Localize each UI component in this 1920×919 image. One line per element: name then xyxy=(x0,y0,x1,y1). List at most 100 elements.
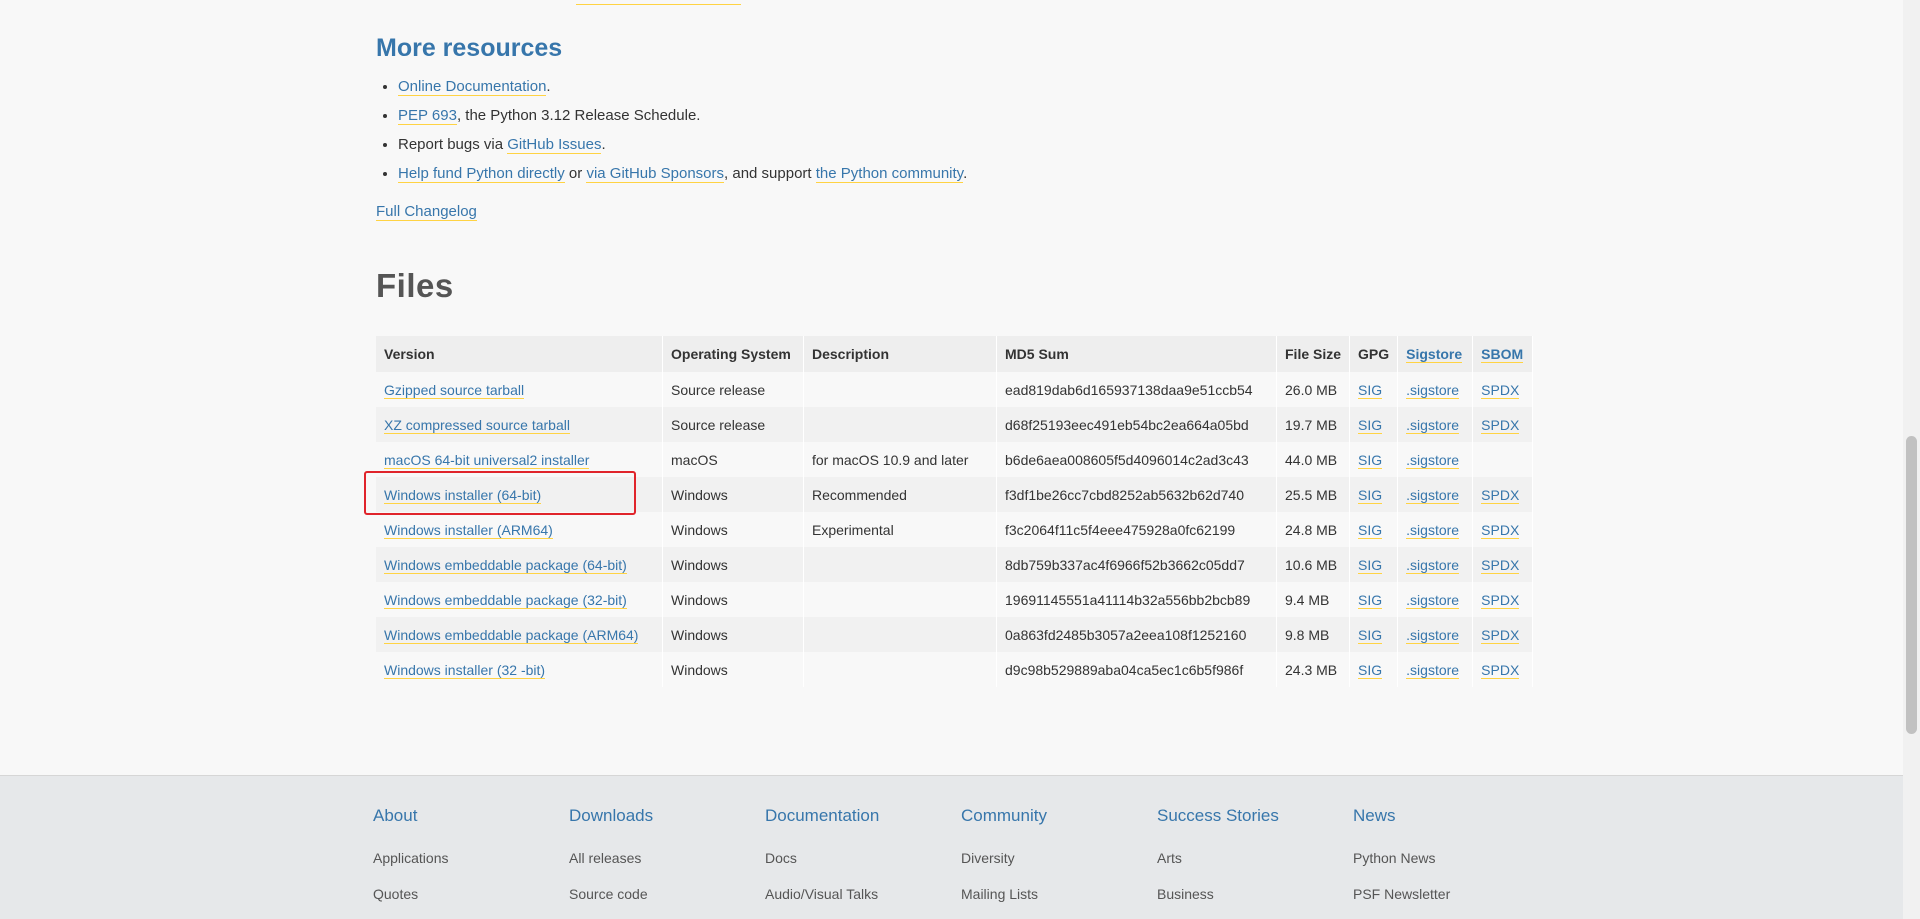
sbom-cell: SPDX xyxy=(1473,652,1534,687)
header-md5: MD5 Sum xyxy=(997,336,1277,372)
footer-link[interactable]: Applications xyxy=(373,840,563,876)
footer-link[interactable]: Business xyxy=(1157,876,1347,912)
sbom-spdx-link[interactable]: SPDX xyxy=(1481,556,1520,574)
sigstore-cell: .sigstore xyxy=(1398,372,1474,407)
file-link[interactable]: macOS 64-bit universal2 installer xyxy=(384,451,590,469)
sigstore-link[interactable]: .sigstore xyxy=(1406,626,1460,644)
file-link[interactable]: Windows embeddable package (32-bit) xyxy=(384,591,627,609)
sigstore-cell: .sigstore xyxy=(1398,547,1474,582)
gpg-sig-link[interactable]: SIG xyxy=(1358,591,1383,609)
md5-cell: ead819dab6d165937138daa9e51ccb54 xyxy=(997,372,1277,407)
size-cell: 24.8 MB xyxy=(1277,512,1351,547)
footer-column-title[interactable]: Documentation xyxy=(765,804,955,828)
sigstore-link[interactable]: .sigstore xyxy=(1406,591,1460,609)
table-row: Gzipped source tarball Source release ead8… xyxy=(376,372,1534,407)
gpg-sig-link[interactable]: SIG xyxy=(1358,451,1383,469)
footer-column-title[interactable]: About xyxy=(373,804,563,828)
resource-item-pep: PEP 693, the Python 3.12 Release Schedul… xyxy=(398,101,1526,130)
md5-cell: 19691145551a41114b32a556bb2bcb89 xyxy=(997,582,1277,617)
file-link[interactable]: Windows installer (ARM64) xyxy=(384,521,553,539)
table-row: Windows embeddable package (ARM64) Window… xyxy=(376,617,1534,652)
footer-column-title[interactable]: Downloads xyxy=(569,804,759,828)
scrollbar-thumb[interactable] xyxy=(1906,436,1917,734)
version-cell: Windows installer (32 -bit) xyxy=(376,652,663,687)
python-community-link[interactable]: the Python community xyxy=(815,165,964,183)
footer-link-list: Applications Quotes xyxy=(373,840,563,912)
footer-link[interactable]: PSF Newsletter xyxy=(1353,876,1543,912)
full-changelog-link[interactable]: Full Changelog xyxy=(376,203,477,221)
sigstore-link[interactable]: .sigstore xyxy=(1406,451,1460,469)
sbom-header-link[interactable]: SBOM xyxy=(1481,346,1524,363)
table-row: Windows embeddable package (32-bit) Windo… xyxy=(376,582,1534,617)
sigstore-link[interactable]: .sigstore xyxy=(1406,556,1460,574)
os-cell: macOS xyxy=(663,442,804,477)
sigstore-cell: .sigstore xyxy=(1398,407,1474,442)
footer-column-title[interactable]: Success Stories xyxy=(1157,804,1347,828)
file-link[interactable]: Windows embeddable package (ARM64) xyxy=(384,626,639,644)
page: More resources Online Documentation. PEP… xyxy=(0,0,1920,919)
gpg-cell: SIG xyxy=(1350,477,1399,512)
file-link[interactable]: XZ compressed source tarball xyxy=(384,416,570,434)
header-sbom: SBOM xyxy=(1473,336,1534,372)
version-cell: Windows installer (64-bit) xyxy=(376,477,663,512)
footer-link[interactable]: Quotes xyxy=(373,876,563,912)
pep-693-link[interactable]: PEP 693 xyxy=(398,107,457,125)
footer-link-list: Arts Business xyxy=(1157,840,1347,912)
gpg-sig-link[interactable]: SIG xyxy=(1358,381,1383,399)
file-link[interactable]: Windows embeddable package (64-bit) xyxy=(384,556,627,574)
footer-link[interactable]: Diversity xyxy=(961,840,1151,876)
md5-cell: d9c98b529889aba04ca5ec1c6b5f986f xyxy=(997,652,1277,687)
online-documentation-link[interactable]: Online Documentation xyxy=(398,78,547,96)
gpg-sig-link[interactable]: SIG xyxy=(1358,416,1383,434)
gpg-cell: SIG xyxy=(1350,372,1399,407)
gpg-sig-link[interactable]: SIG xyxy=(1358,521,1383,539)
os-cell: Windows xyxy=(663,547,804,582)
gpg-sig-link[interactable]: SIG xyxy=(1358,626,1383,644)
sbom-spdx-link[interactable]: SPDX xyxy=(1481,416,1520,434)
sigstore-link[interactable]: .sigstore xyxy=(1406,486,1460,504)
github-sponsors-link[interactable]: via GitHub Sponsors xyxy=(586,165,725,183)
footer-link[interactable]: Python News xyxy=(1353,840,1543,876)
scrollbar[interactable] xyxy=(1903,0,1920,919)
footer-link[interactable]: Docs xyxy=(765,840,955,876)
sigstore-link[interactable]: .sigstore xyxy=(1406,521,1460,539)
sigstore-cell: .sigstore xyxy=(1398,652,1474,687)
footer-column-title[interactable]: Community xyxy=(961,804,1151,828)
release-content: More resources Online Documentation. PEP… xyxy=(376,28,1526,306)
footer-link[interactable]: Mailing Lists xyxy=(961,876,1151,912)
gpg-sig-link[interactable]: SIG xyxy=(1358,661,1383,679)
file-link[interactable]: Windows installer (64-bit) xyxy=(384,486,542,504)
footer-link[interactable]: All releases xyxy=(569,840,759,876)
gpg-cell: SIG xyxy=(1350,442,1399,477)
footer-column: Downloads All releases Source code xyxy=(569,804,759,912)
sigstore-header-link[interactable]: Sigstore xyxy=(1406,346,1463,363)
os-cell: Windows xyxy=(663,652,804,687)
file-link[interactable]: Gzipped source tarball xyxy=(384,381,525,399)
sbom-spdx-link[interactable]: SPDX xyxy=(1481,661,1520,679)
sbom-spdx-link[interactable]: SPDX xyxy=(1481,486,1520,504)
description-cell xyxy=(804,372,997,407)
sbom-spdx-link[interactable]: SPDX xyxy=(1481,626,1520,644)
help-fund-link[interactable]: Help fund Python directly xyxy=(398,165,565,183)
sigstore-link[interactable]: .sigstore xyxy=(1406,416,1460,434)
sigstore-link[interactable]: .sigstore xyxy=(1406,381,1460,399)
version-cell: Windows embeddable package (64-bit) xyxy=(376,547,663,582)
description-cell: Experimental xyxy=(804,512,997,547)
github-issues-link[interactable]: GitHub Issues xyxy=(507,136,602,154)
footer-link[interactable]: Audio/Visual Talks xyxy=(765,876,955,912)
gpg-sig-link[interactable]: SIG xyxy=(1358,486,1383,504)
sbom-cell: SPDX xyxy=(1473,582,1534,617)
cutoff-link[interactable] xyxy=(576,3,741,5)
sbom-spdx-link[interactable]: SPDX xyxy=(1481,381,1520,399)
file-link[interactable]: Windows installer (32 -bit) xyxy=(384,661,546,679)
sigstore-cell: .sigstore xyxy=(1398,582,1474,617)
sbom-spdx-link[interactable]: SPDX xyxy=(1481,521,1520,539)
md5-cell: b6de6aea008605f5d4096014c2ad3c43 xyxy=(997,442,1277,477)
gpg-sig-link[interactable]: SIG xyxy=(1358,556,1383,574)
footer-column-title[interactable]: News xyxy=(1353,804,1543,828)
footer-link[interactable]: Source code xyxy=(569,876,759,912)
footer-link[interactable]: Arts xyxy=(1157,840,1347,876)
sigstore-link[interactable]: .sigstore xyxy=(1406,661,1460,679)
md5-cell: 0a863fd2485b3057a2eea108f1252160 xyxy=(997,617,1277,652)
sbom-spdx-link[interactable]: SPDX xyxy=(1481,591,1520,609)
